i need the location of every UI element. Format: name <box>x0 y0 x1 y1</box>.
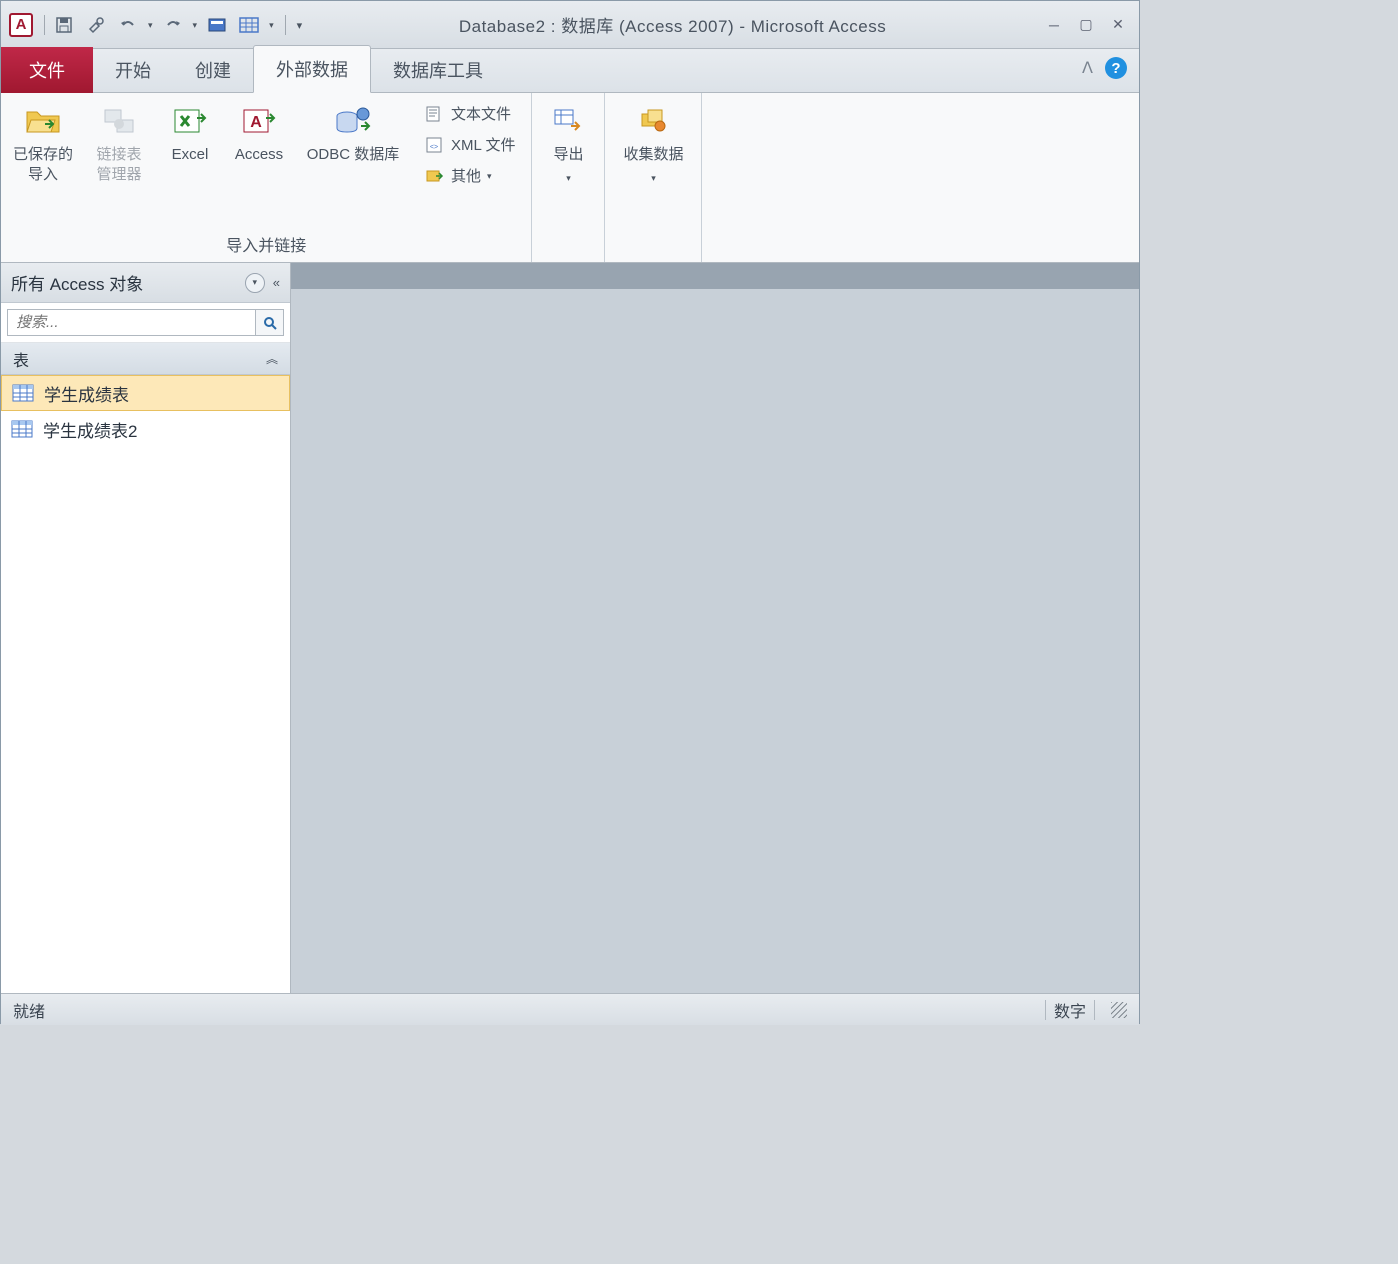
ribbon-group-import: 已保存的 导入 链接表 管理器 Excel A <box>1 93 532 262</box>
excel-import-button[interactable]: Excel <box>161 99 219 169</box>
nav-group-tables[interactable]: 表 ︽ <box>1 343 290 375</box>
chevron-up-icon: ︽ <box>266 350 278 367</box>
other-import-button[interactable]: 其他 ▾ <box>419 163 519 188</box>
app-icon: A <box>9 13 33 37</box>
access-icon: A <box>239 103 279 139</box>
export-icon <box>548 103 588 139</box>
nav-search <box>1 303 290 343</box>
save-icon[interactable] <box>52 13 76 37</box>
linked-table-manager-button: 链接表 管理器 <box>85 99 153 188</box>
minimize-button[interactable]: ─ <box>1043 16 1065 34</box>
button-label: 链接表 管理器 <box>96 145 141 184</box>
separator <box>285 15 286 35</box>
nav-item-label: 学生成绩表 <box>44 381 129 406</box>
ribbon: 已保存的 导入 链接表 管理器 Excel A <box>1 93 1139 263</box>
button-label: 其他 <box>451 165 481 186</box>
odbc-import-button[interactable]: ODBC 数据库 <box>299 99 407 169</box>
group-label: 表 <box>13 347 29 371</box>
status-left: 就绪 <box>13 998 45 1022</box>
titlebar: A ▾ ▾ ▾ ▾ Da <box>1 1 1139 49</box>
separator <box>1094 1000 1095 1020</box>
nav-title: 所有 Access 对象 <box>11 270 241 295</box>
linked-table-icon <box>99 103 139 139</box>
tab-database-tools[interactable]: 数据库工具 <box>371 47 505 93</box>
svg-text:A: A <box>250 114 262 131</box>
xml-file-button[interactable]: <> XML 文件 <box>419 132 519 157</box>
body: 所有 Access 对象 ▾ « 表 ︽ 学生成绩表 学生成绩 <box>1 263 1139 993</box>
separator <box>1045 1000 1046 1020</box>
statusbar: 就绪 数字 <box>1 993 1139 1025</box>
close-button[interactable]: ✕ <box>1107 16 1129 34</box>
quick-access-toolbar: ▾ ▾ ▾ ▾ <box>52 13 302 37</box>
content-header-strip <box>291 263 1139 289</box>
folder-icon <box>23 103 63 139</box>
button-label: 已保存的 导入 <box>13 145 73 184</box>
app-window: A ▾ ▾ ▾ ▾ Da <box>0 0 1140 1024</box>
group-label <box>540 252 596 260</box>
ribbon-collapse-icon[interactable]: ᐱ <box>1082 58 1093 78</box>
search-input[interactable] <box>7 309 256 336</box>
resize-grip[interactable] <box>1111 1002 1127 1018</box>
nav-header[interactable]: 所有 Access 对象 ▾ « <box>1 263 290 303</box>
window-title: Database2 : 数据库 (Access 2007) - Microsof… <box>302 12 1043 37</box>
excel-icon <box>170 103 210 139</box>
button-label: Excel <box>172 145 209 165</box>
undo-dropdown-icon[interactable]: ▾ <box>148 20 153 31</box>
tab-file[interactable]: 文件 <box>1 47 93 93</box>
ribbon-group-export: 导出 ▾ <box>532 93 605 262</box>
redo-dropdown-icon[interactable]: ▾ <box>193 20 198 31</box>
group-label <box>613 252 693 260</box>
help-icon[interactable]: ? <box>1105 57 1127 79</box>
export-button[interactable]: 导出 ▾ <box>540 99 596 188</box>
button-label: 收集数据 <box>623 145 683 165</box>
xml-file-icon: <> <box>423 135 445 155</box>
dropdown-icon: ▾ <box>566 173 571 184</box>
redo-icon[interactable] <box>161 13 185 37</box>
tab-home[interactable]: 开始 <box>93 47 173 93</box>
nav-item-table[interactable]: 学生成绩表 <box>1 375 290 411</box>
collect-data-button[interactable]: 收集数据 ▾ <box>613 99 693 188</box>
saved-imports-button[interactable]: 已保存的 导入 <box>9 99 77 188</box>
group-label: 导入并链接 <box>9 228 523 260</box>
nav-item-label: 学生成绩表2 <box>43 417 137 442</box>
button-label: 导出 <box>553 145 583 165</box>
access-import-button[interactable]: A Access <box>227 99 291 169</box>
button-label: XML 文件 <box>451 134 515 155</box>
svg-text:<>: <> <box>430 144 438 151</box>
tab-create[interactable]: 创建 <box>173 47 253 93</box>
content-area <box>291 263 1139 993</box>
table-dropdown-icon[interactable]: ▾ <box>269 20 274 31</box>
text-file-button[interactable]: 文本文件 <box>419 101 519 126</box>
nav-item-table[interactable]: 学生成绩表2 <box>1 411 290 447</box>
window-controls: ─ ▢ ✕ <box>1043 16 1129 34</box>
database-icon[interactable] <box>205 13 229 37</box>
table-icon <box>11 420 33 438</box>
import-more-stack: 文本文件 <> XML 文件 其他 ▾ <box>415 99 523 190</box>
search-icon <box>262 315 278 331</box>
navigation-pane: 所有 Access 对象 ▾ « 表 ︽ 学生成绩表 学生成绩 <box>1 263 291 993</box>
tab-external-data[interactable]: 外部数据 <box>253 45 371 93</box>
compact-repair-icon[interactable] <box>84 13 108 37</box>
odbc-icon <box>333 103 373 139</box>
collect-icon <box>633 103 673 139</box>
table-icon <box>12 384 34 402</box>
text-file-icon <box>423 104 445 124</box>
button-label: ODBC 数据库 <box>307 145 400 165</box>
nav-filter-dropdown-icon[interactable]: ▾ <box>245 273 265 293</box>
ribbon-group-collect: 收集数据 ▾ <box>605 93 702 262</box>
button-label: 文本文件 <box>451 103 511 124</box>
table-icon[interactable] <box>237 13 261 37</box>
undo-icon[interactable] <box>116 13 140 37</box>
search-button[interactable] <box>256 309 284 336</box>
ribbon-tabs: 文件 开始 创建 外部数据 数据库工具 ᐱ ? <box>1 49 1139 93</box>
dropdown-icon: ▾ <box>651 173 656 184</box>
button-label: Access <box>235 145 283 165</box>
nav-collapse-icon[interactable]: « <box>273 275 280 290</box>
maximize-button[interactable]: ▢ <box>1075 16 1097 34</box>
dropdown-icon: ▾ <box>487 171 492 182</box>
status-right: 数字 <box>1054 998 1086 1022</box>
other-icon <box>423 166 445 186</box>
separator <box>44 15 45 35</box>
